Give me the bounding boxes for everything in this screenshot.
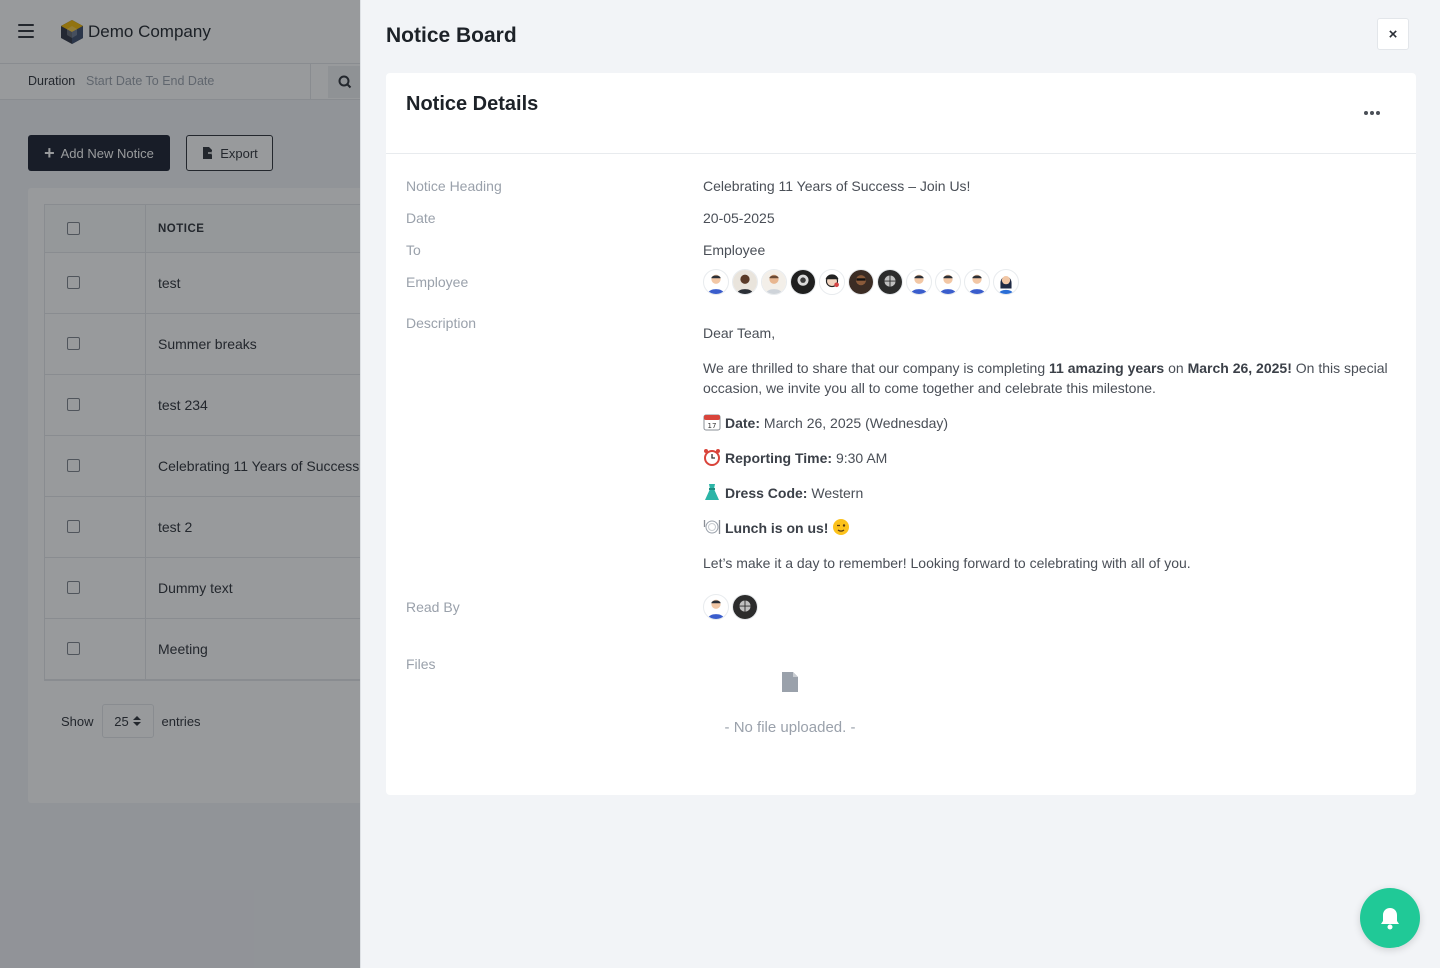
avatar[interactable] <box>761 269 787 295</box>
wink-icon <box>833 519 850 535</box>
employee-label: Employee <box>406 274 469 290</box>
date-label: Date <box>406 210 436 226</box>
avatar[interactable] <box>877 269 903 295</box>
avatar[interactable] <box>935 269 961 295</box>
to-label: To <box>406 242 421 258</box>
description-time: Reporting Time: 9:30 AM <box>703 448 1403 468</box>
more-icon[interactable] <box>1354 101 1390 125</box>
description-dress: Dress Code: Western <box>703 483 1403 503</box>
alarm-clock-icon <box>704 449 720 466</box>
drawer-title: Notice Board <box>386 24 517 47</box>
to-value: Employee <box>703 242 766 258</box>
employee-avatars <box>703 269 1019 295</box>
file-icon <box>782 672 798 692</box>
description-intro: We are thrilled to share that our compan… <box>703 360 1388 396</box>
notice-heading-label: Notice Heading <box>406 178 502 194</box>
notice-heading-value: Celebrating 11 Years of Success – Join U… <box>703 178 971 194</box>
description-greeting: Dear Team, <box>703 325 776 341</box>
description-label: Description <box>406 315 477 331</box>
close-button[interactable]: × <box>1377 18 1409 50</box>
description-closing: Let’s make it a day to remember! Looking… <box>703 555 1191 571</box>
avatar[interactable] <box>732 269 758 295</box>
avatar[interactable] <box>703 269 729 295</box>
notice-drawer: Notice Board × Notice Details Notice Hea… <box>360 0 1440 968</box>
calendar-icon: 17 <box>703 414 721 431</box>
avatar[interactable] <box>848 269 874 295</box>
avatar[interactable] <box>993 269 1019 295</box>
close-icon: × <box>1388 25 1398 43</box>
plate-icon <box>703 520 721 534</box>
no-file-message: - No file uploaded. - <box>724 719 856 736</box>
avatar[interactable] <box>964 269 990 295</box>
notification-bell-button[interactable] <box>1360 888 1420 948</box>
description-lunch: Lunch is on us! <box>703 518 1403 538</box>
read-by-avatars <box>703 594 758 620</box>
avatar[interactable] <box>732 594 758 620</box>
files-label: Files <box>406 656 436 672</box>
avatar[interactable] <box>906 269 932 295</box>
read-by-label: Read By <box>406 599 460 615</box>
avatar[interactable] <box>703 594 729 620</box>
notice-details-card: Notice Details Notice Heading Celebratin… <box>386 73 1416 795</box>
dress-icon <box>705 484 719 500</box>
svg-text:17: 17 <box>708 422 717 430</box>
date-value: 20-05-2025 <box>703 210 775 226</box>
description-date: 17 Date: March 26, 2025 (Wednesday) <box>703 413 1403 433</box>
bell-icon <box>1381 908 1399 930</box>
card-header: Notice Details <box>386 73 1416 154</box>
description-body: Dear Team, We are thrilled to share that… <box>703 323 1403 588</box>
avatar[interactable] <box>790 269 816 295</box>
card-title: Notice Details <box>406 93 539 115</box>
avatar[interactable] <box>819 269 845 295</box>
